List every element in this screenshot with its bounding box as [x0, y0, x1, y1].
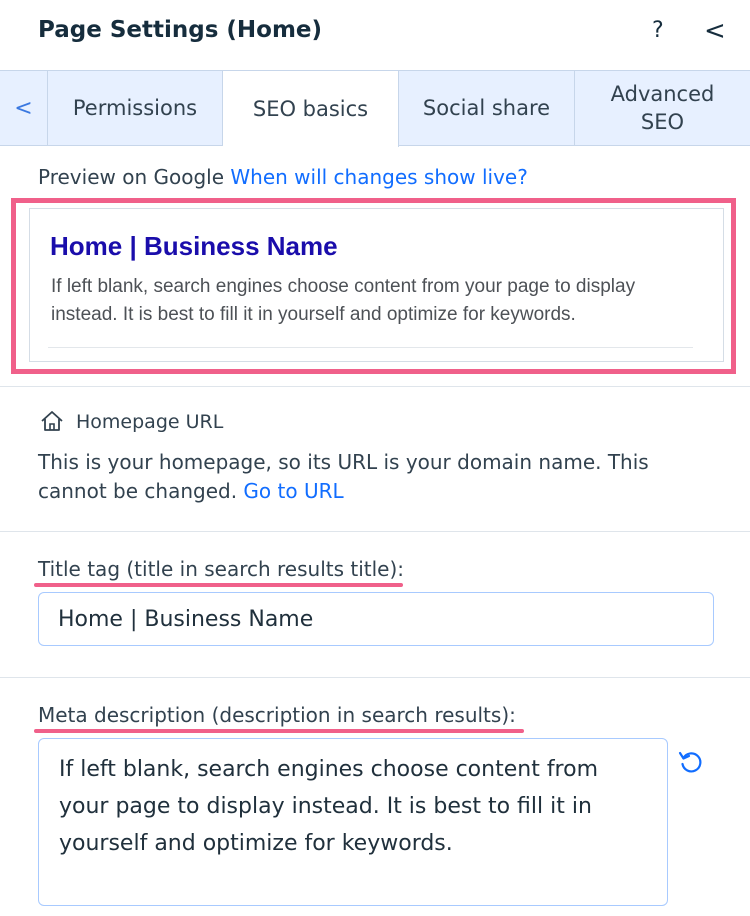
panel-title: Page Settings (Home) [38, 17, 323, 43]
google-preview-title: Home | Business Name [50, 231, 338, 261]
changes-live-link[interactable]: When will changes show live? [230, 165, 527, 189]
tab-bar: < Permissions SEO basics Social share Ad… [0, 70, 750, 147]
reset-icon[interactable] [677, 748, 705, 776]
google-preview-divider [48, 347, 693, 348]
tab-seo-basics[interactable]: SEO basics [223, 71, 399, 147]
homepage-url-description: This is your homepage, so its URL is you… [38, 448, 698, 506]
google-preview-description: If left blank, search engines choose con… [51, 276, 636, 325]
title-tag-input[interactable] [38, 592, 714, 646]
help-button[interactable]: ? [652, 18, 664, 43]
go-to-url-link[interactable]: Go to URL [243, 479, 343, 503]
tab-permissions[interactable]: Permissions [48, 71, 223, 145]
preview-label-text: Preview on Google [38, 165, 225, 189]
home-icon [41, 411, 63, 431]
section-divider [0, 677, 750, 678]
page-settings-panel: Page Settings (Home) ? < < Permissions S… [0, 0, 750, 916]
panel-header: Page Settings (Home) ? < [0, 0, 750, 70]
section-divider [0, 386, 750, 387]
tab-social-share[interactable]: Social share [399, 71, 575, 145]
meta-description-label-underline [34, 729, 524, 733]
homepage-url-label: Homepage URL [76, 411, 224, 433]
tab-advanced-seo[interactable]: Advanced SEO [575, 71, 750, 145]
google-preview-card: Home | Business Name If left blank, sear… [29, 208, 724, 362]
tab-scroll-left-button[interactable]: < [0, 71, 48, 145]
meta-description-textarea[interactable]: If left blank, search engines choose con… [38, 738, 668, 906]
preview-label: Preview on Google When will changes show… [38, 165, 528, 189]
title-tag-label: Title tag (title in search results title… [38, 557, 405, 581]
back-button[interactable]: < [704, 16, 726, 46]
meta-description-label: Meta description (description in search … [38, 703, 516, 727]
title-tag-label-underline [34, 583, 403, 587]
section-divider [0, 531, 750, 532]
